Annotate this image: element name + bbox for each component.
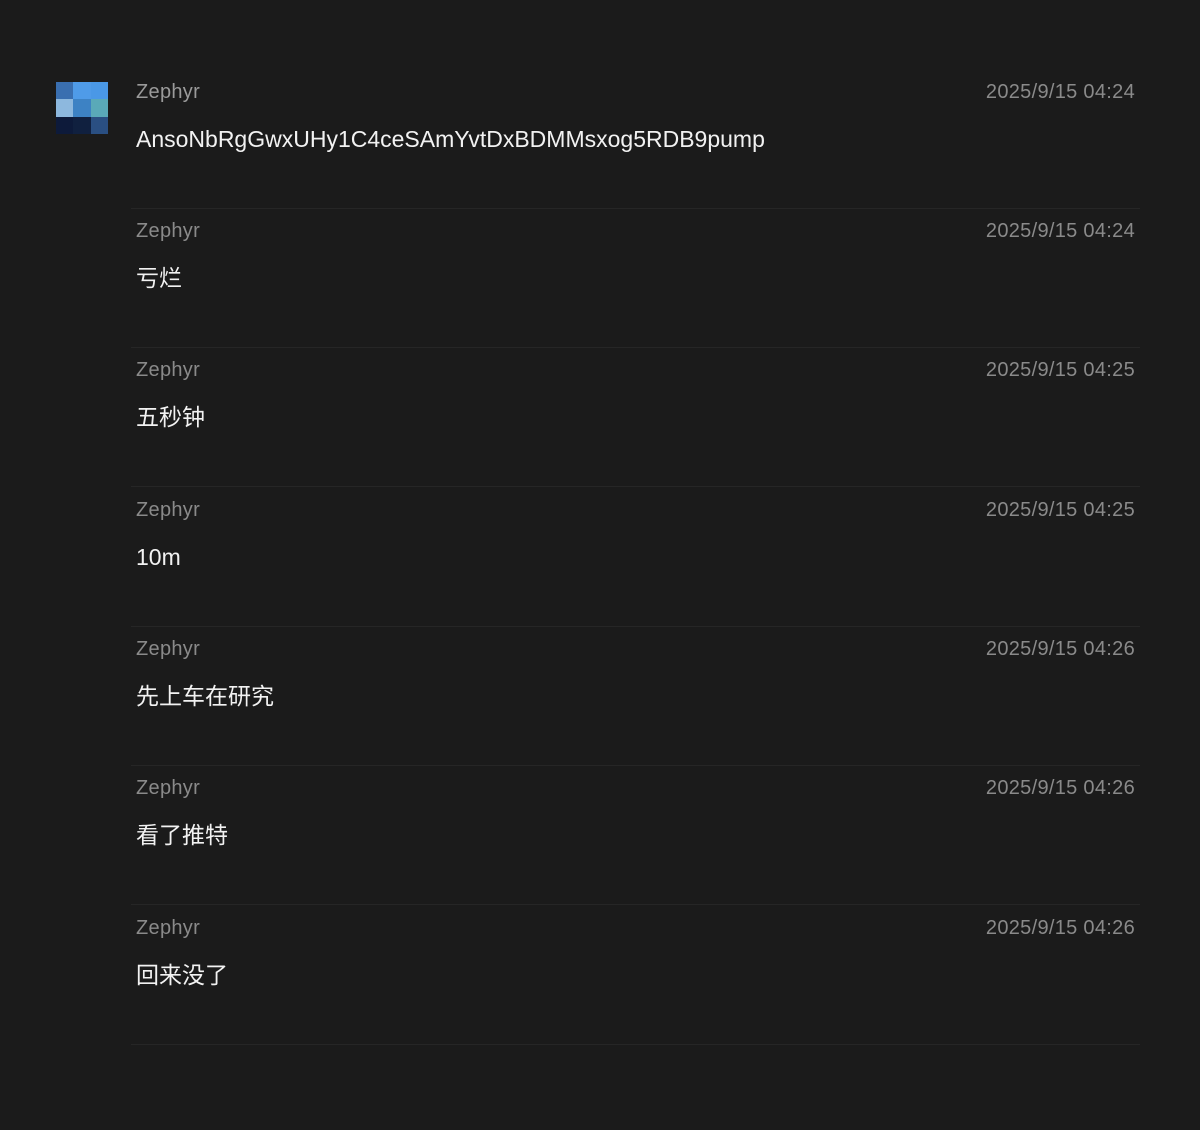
message-timestamp: 2025/9/15 04:25	[985, 359, 1135, 381]
message-text: 看了推特	[136, 822, 228, 848]
avatar-pixel	[90, 99, 108, 117]
message-text: 五秒钟	[136, 404, 205, 430]
message-sender: Zephyr	[136, 359, 201, 381]
message-sender: Zephyr	[136, 638, 201, 660]
message-item[interactable]: Zephyr 2025/9/15 04:26 回来没了	[131, 906, 1140, 1045]
message-item[interactable]: Zephyr 2025/9/15 04:25 10m	[131, 488, 1140, 627]
message-sender: Zephyr	[136, 81, 201, 103]
message-item[interactable]: Zephyr 2025/9/15 04:24 亏烂	[131, 209, 1140, 348]
message-item[interactable]: Zephyr 2025/9/15 04:26 先上车在研究	[131, 627, 1140, 766]
avatar-pixel	[56, 99, 74, 117]
message-sender: Zephyr	[136, 777, 201, 799]
message-text: 10m	[136, 544, 181, 570]
message-timestamp: 2025/9/15 04:26	[985, 777, 1135, 799]
message-timestamp: 2025/9/15 04:24	[985, 220, 1135, 242]
message-sender: Zephyr	[136, 917, 201, 939]
message-text: 回来没了	[136, 962, 228, 988]
avatar-pixel	[56, 82, 74, 100]
avatar[interactable]	[56, 82, 108, 134]
message-sender: Zephyr	[136, 499, 201, 521]
message-text: AnsoNbRgGwxUHy1C4ceSAmYvtDxBDMMsxog5RDB9…	[136, 126, 765, 152]
avatar-pixel	[73, 116, 91, 134]
message-text: 先上车在研究	[136, 683, 274, 709]
message-text: 亏烂	[136, 265, 182, 291]
message-timestamp: 2025/9/15 04:26	[985, 638, 1135, 660]
message-item[interactable]: Zephyr 2025/9/15 04:24 AnsoNbRgGwxUHy1C4…	[131, 70, 1140, 209]
message-item[interactable]: Zephyr 2025/9/15 04:26 看了推特	[131, 766, 1140, 905]
avatar-pixel	[90, 82, 108, 100]
message-timestamp: 2025/9/15 04:26	[985, 917, 1135, 939]
chat-message-list: Zephyr 2025/9/15 04:24 AnsoNbRgGwxUHy1C4…	[0, 0, 1200, 1130]
message-sender: Zephyr	[136, 220, 201, 242]
message-timestamp: 2025/9/15 04:25	[985, 499, 1135, 521]
message-timestamp: 2025/9/15 04:24	[985, 81, 1135, 103]
avatar-pixel	[56, 116, 74, 134]
avatar-pixel	[90, 116, 108, 134]
avatar-pixel	[73, 82, 91, 100]
message-item[interactable]: Zephyr 2025/9/15 04:25 五秒钟	[131, 348, 1140, 487]
avatar-pixel	[73, 99, 91, 117]
